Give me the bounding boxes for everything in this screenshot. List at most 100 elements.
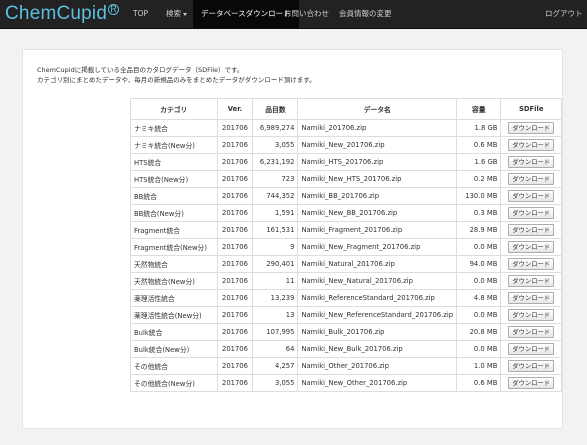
cell-category: その他統合(New分) — [130, 374, 218, 392]
download-button[interactable]: ダウンロード — [508, 207, 555, 219]
cell-version: 201706 — [216, 221, 254, 239]
cell-category: BB統合(New分) — [130, 204, 218, 222]
cell-size: 94.0 MB — [456, 255, 502, 273]
download-button[interactable]: ダウンロード — [508, 326, 555, 338]
table-row: Bulk統合 201706 107,995 Namiki_Bulk_201706.zi… — [130, 323, 562, 341]
header-size: 容量 — [456, 98, 502, 120]
header-item-count: 品目数 — [252, 98, 299, 120]
table-row: Fragment統合 201706 161,531 Namiki_Fragment_2… — [130, 221, 562, 239]
cell-sdfile: ダウンロード — [500, 170, 562, 188]
cell-data-name: Namiki_New_201706.zip — [297, 136, 458, 154]
cell-data-name: Namiki_New_Other_201706.zip — [297, 374, 458, 392]
cell-item-count: 3,055 — [252, 136, 299, 154]
catalog-table: カテゴリ Ver. 品目数 データ名 容量 SDFile ナミキ統合 201706… — [130, 98, 562, 392]
cell-item-count: 9 — [252, 238, 299, 256]
cell-item-count: 6,231,192 — [252, 153, 299, 171]
cell-data-name: Namiki_Fragment_201706.zip — [297, 221, 458, 239]
cell-category: HTS統合(New分) — [130, 170, 218, 188]
registered-mark-icon: R — [108, 3, 120, 15]
cell-sdfile: ダウンロード — [500, 119, 562, 137]
download-button[interactable]: ダウンロード — [508, 292, 555, 304]
table-row: ナミキ統合(New分) 201706 3,055 Namiki_New_201706.… — [130, 136, 562, 154]
cell-item-count: 13 — [252, 306, 299, 324]
cell-item-count: 161,531 — [252, 221, 299, 239]
nav-logout-link[interactable]: ログアウト — [545, 0, 583, 28]
download-button[interactable]: ダウンロード — [508, 156, 555, 168]
site-logo[interactable]: ChemCupid R — [5, 3, 120, 25]
table-row: ナミキ統合 201706 6,989,274 Namiki_201706.zip 1.8… — [130, 119, 562, 137]
download-button[interactable]: ダウンロード — [508, 377, 555, 389]
table-row: その他統合 201706 4,257 Namiki_Other_201706.zip 1… — [130, 357, 562, 375]
cell-size: 0.0 MB — [456, 272, 502, 290]
cell-version: 201706 — [216, 289, 254, 307]
cell-sdfile: ダウンロード — [500, 289, 562, 307]
cell-item-count: 1,591 — [252, 204, 299, 222]
cell-size: 0.0 MB — [456, 340, 502, 358]
cell-item-count: 744,352 — [252, 187, 299, 205]
cell-category: 薬理活性統合 — [130, 289, 218, 307]
cell-data-name: Namiki_Bulk_201706.zip — [297, 323, 458, 341]
cell-size: 0.6 MB — [456, 374, 502, 392]
cell-size: 130.0 MB — [456, 187, 502, 205]
table-row: HTS統合(New分) 201706 723 Namiki_New_HTS_20170… — [130, 170, 562, 188]
cell-size: 4.8 MB — [456, 289, 502, 307]
cell-data-name: Namiki_New_Bulk_201706.zip — [297, 340, 458, 358]
nav-search-dropdown[interactable]: 検索 — [166, 0, 187, 28]
cell-sdfile: ダウンロード — [500, 153, 562, 171]
cell-version: 201706 — [216, 255, 254, 273]
table-row: その他統合(New分) 201706 3,055 Namiki_New_Other_2… — [130, 374, 562, 392]
download-button[interactable]: ダウンロード — [508, 309, 555, 321]
nav-top-link[interactable]: TOP — [133, 0, 148, 28]
cell-version: 201706 — [216, 187, 254, 205]
cell-sdfile: ダウンロード — [500, 306, 562, 324]
download-button[interactable]: ダウンロード — [508, 343, 555, 355]
download-button[interactable]: ダウンロード — [508, 173, 555, 185]
cell-data-name: Namiki_BB_201706.zip — [297, 187, 458, 205]
cell-sdfile: ダウンロード — [500, 238, 562, 256]
cell-data-name: Namiki_Natural_201706.zip — [297, 255, 458, 273]
table-row: 薬理活性統合(New分) 201706 13 Namiki_New_Reference… — [130, 306, 562, 324]
table-row: BB統合(New分) 201706 1,591 Namiki_New_BB_20170… — [130, 204, 562, 222]
cell-size: 20.8 MB — [456, 323, 502, 341]
download-button[interactable]: ダウンロード — [508, 360, 555, 372]
cell-data-name: Namiki_ReferenceStandard_201706.zip — [297, 289, 458, 307]
cell-data-name: Namiki_HTS_201706.zip — [297, 153, 458, 171]
cell-sdfile: ダウンロード — [500, 221, 562, 239]
header-category: カテゴリ — [130, 98, 218, 120]
cell-category: Fragment統合(New分) — [130, 238, 218, 256]
cell-item-count: 723 — [252, 170, 299, 188]
header-version: Ver. — [216, 98, 254, 120]
cell-category: Bulk統合(New分) — [130, 340, 218, 358]
download-button[interactable]: ダウンロード — [508, 241, 555, 253]
cell-sdfile: ダウンロード — [500, 136, 562, 154]
cell-data-name: Namiki_New_HTS_201706.zip — [297, 170, 458, 188]
nav-member-change-link[interactable]: 会員情報の変更 — [339, 0, 392, 28]
download-button[interactable]: ダウンロード — [508, 258, 555, 270]
cell-item-count: 3,055 — [252, 374, 299, 392]
cell-category: Bulk統合 — [130, 323, 218, 341]
cell-version: 201706 — [216, 323, 254, 341]
download-button[interactable]: ダウンロード — [508, 190, 555, 202]
download-button[interactable]: ダウンロード — [508, 224, 555, 236]
intro-line-2: カテゴリ別にまとめたデータや、毎月の新規品のみをまとめたデータがダウンロード頂け… — [37, 76, 316, 84]
cell-version: 201706 — [216, 357, 254, 375]
cell-size: 1.0 MB — [456, 357, 502, 375]
cell-size: 0.2 MB — [456, 170, 502, 188]
cell-version: 201706 — [216, 119, 254, 137]
table-row: BB統合 201706 744,352 Namiki_BB_201706.zip 130… — [130, 187, 562, 205]
caret-down-icon — [183, 12, 187, 16]
cell-data-name: Namiki_201706.zip — [297, 119, 458, 137]
cell-size: 0.6 MB — [456, 136, 502, 154]
nav-download-link[interactable]: データベースダウンロード — [193, 0, 299, 28]
cell-item-count: 64 — [252, 340, 299, 358]
download-button[interactable]: ダウンロード — [508, 275, 555, 287]
nav-contact-link[interactable]: お問い合わせ — [284, 0, 329, 28]
cell-version: 201706 — [216, 374, 254, 392]
download-button[interactable]: ダウンロード — [508, 139, 555, 151]
table-header-row: カテゴリ Ver. 品目数 データ名 容量 SDFile — [130, 98, 562, 120]
cell-size: 0.0 MB — [456, 306, 502, 324]
download-button[interactable]: ダウンロード — [508, 122, 555, 134]
logo-text: ChemCupid — [5, 3, 108, 24]
cell-category: HTS統合 — [130, 153, 218, 171]
cell-version: 201706 — [216, 204, 254, 222]
